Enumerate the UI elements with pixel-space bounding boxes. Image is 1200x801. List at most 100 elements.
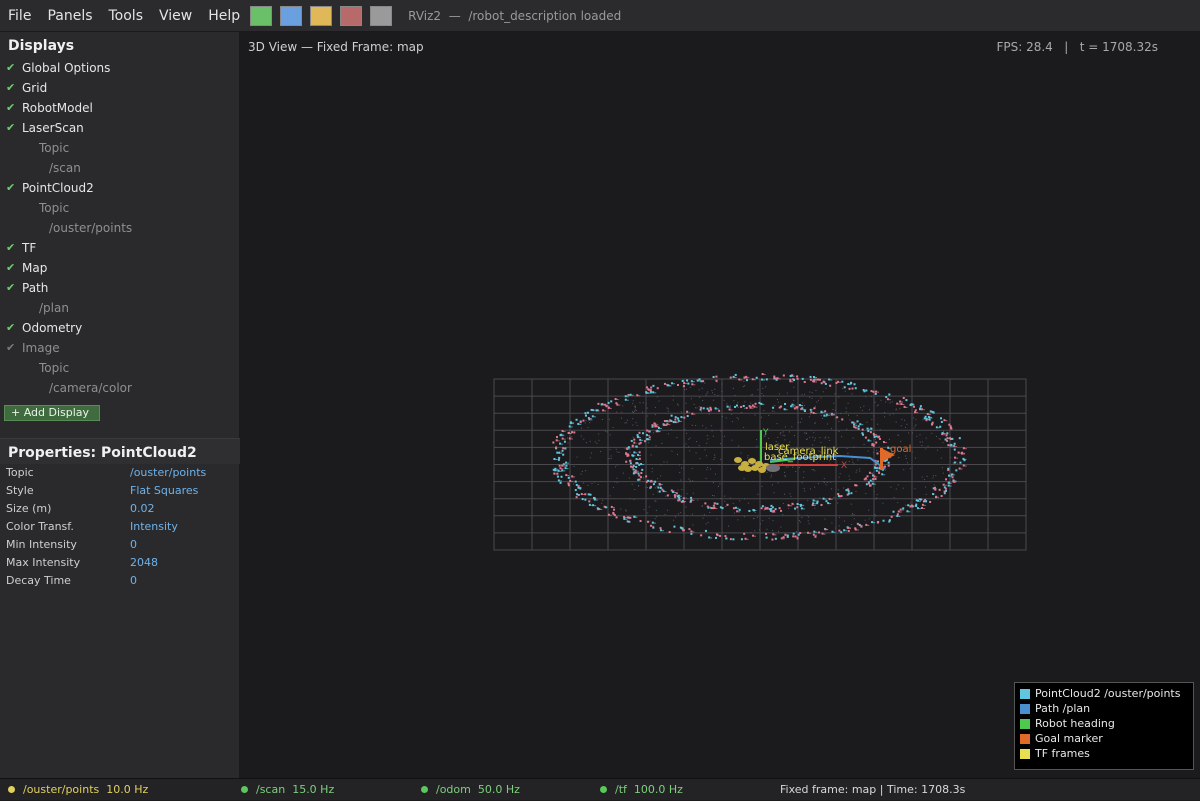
point xyxy=(870,427,873,430)
point xyxy=(802,508,805,510)
point xyxy=(848,460,850,462)
property-value[interactable]: Intensity xyxy=(130,518,178,536)
checkbox-icon[interactable]: ✔ xyxy=(6,238,15,258)
property-value[interactable]: 0.02 xyxy=(130,500,155,518)
property-row[interactable]: Size (m) 0.02 xyxy=(0,500,240,518)
display-item[interactable]: Topic xyxy=(0,358,239,378)
checkbox-icon[interactable]: ✔ xyxy=(6,78,15,98)
point xyxy=(909,468,911,470)
display-item[interactable]: ✔ Grid xyxy=(0,78,239,98)
display-item[interactable]: Topic xyxy=(0,198,239,218)
legend-swatch xyxy=(1020,733,1030,744)
checkbox-icon[interactable]: ✔ xyxy=(6,178,15,198)
property-row[interactable]: Min Intensity 0 xyxy=(0,536,240,554)
properties-panel: Properties: PointCloud2 Topic/ouster/poi… xyxy=(0,438,240,590)
add-display-button[interactable]: + Add Display xyxy=(4,405,100,421)
property-row[interactable]: Decay Time 0 xyxy=(0,572,240,590)
point xyxy=(649,389,652,392)
display-item[interactable]: /ouster/points xyxy=(0,218,239,238)
point xyxy=(657,486,660,489)
point xyxy=(671,450,673,452)
3d-view[interactable]: X Ylaser camera_link base_footprint goal 3D … xyxy=(240,32,1200,778)
point xyxy=(791,426,793,428)
property-value[interactable]: 2048 xyxy=(130,554,158,572)
point xyxy=(949,457,951,459)
point xyxy=(816,500,819,503)
point xyxy=(744,407,746,409)
properties-header: Properties: PointCloud2 xyxy=(0,438,240,464)
display-item[interactable]: ✔ TF xyxy=(0,238,239,258)
point xyxy=(589,457,591,459)
point xyxy=(865,479,868,481)
point xyxy=(873,475,876,478)
point xyxy=(784,426,786,428)
point xyxy=(812,409,814,411)
tool-button-green[interactable] xyxy=(250,5,273,26)
display-tree: ✔ Global Options ✔ Grid ✔ RobotModel ✔ LaserSca… xyxy=(0,58,239,398)
point xyxy=(852,461,854,463)
point xyxy=(770,504,773,507)
point xyxy=(556,436,559,439)
checkbox-icon[interactable]: ✔ xyxy=(6,98,15,118)
menu-view[interactable]: View xyxy=(151,0,200,32)
checkbox-icon[interactable]: ✔ xyxy=(6,118,15,138)
display-item[interactable]: ✔ Path xyxy=(0,278,239,298)
property-value[interactable]: 0 xyxy=(130,536,137,554)
tool-button-blue[interactable] xyxy=(280,5,303,26)
tool-button-yellow[interactable] xyxy=(310,5,333,26)
point xyxy=(882,519,885,522)
display-item[interactable]: ✔ PointCloud2 xyxy=(0,178,239,198)
point xyxy=(853,425,856,428)
display-item[interactable]: ✔ RobotModel xyxy=(0,98,239,118)
point xyxy=(553,458,556,461)
checkbox-icon[interactable]: ✔ xyxy=(6,318,15,338)
point xyxy=(848,387,851,390)
tool-button-gray[interactable] xyxy=(370,5,393,26)
display-item[interactable]: ✔ LaserScan xyxy=(0,118,239,138)
fps-readout: FPS: 28.4 | t = 1708.32s xyxy=(996,40,1158,54)
display-item[interactable]: ✔ Global Options xyxy=(0,58,239,78)
point xyxy=(935,495,938,498)
menu-panels[interactable]: Panels xyxy=(39,0,100,32)
robot-model-part xyxy=(758,467,766,473)
property-row[interactable]: Topic/ouster/points xyxy=(0,464,240,482)
point xyxy=(649,391,652,394)
menu-tools[interactable]: Tools xyxy=(101,0,152,32)
property-value[interactable]: Flat Squares xyxy=(130,482,198,500)
point xyxy=(822,497,825,500)
3d-scene[interactable]: XYlasercamera_linkbase_footprintgoal xyxy=(240,32,1200,778)
checkbox-icon[interactable]: ✔ xyxy=(6,58,15,78)
tool-button-red[interactable] xyxy=(340,5,363,26)
point xyxy=(652,480,655,482)
display-item[interactable]: ✔ Map xyxy=(0,258,239,278)
point xyxy=(724,500,726,502)
checkbox-icon[interactable]: ✔ xyxy=(6,338,15,358)
checkbox-icon[interactable]: ✔ xyxy=(6,278,15,298)
property-row[interactable]: Max Intensity 2048 xyxy=(0,554,240,572)
display-item[interactable]: /camera/color xyxy=(0,378,239,398)
menu-help[interactable]: Help xyxy=(200,0,248,32)
point xyxy=(647,442,649,444)
point xyxy=(875,515,877,517)
point xyxy=(916,499,919,502)
display-item[interactable]: /scan xyxy=(0,158,239,178)
property-row[interactable]: Color Transf. Intensity xyxy=(0,518,240,536)
point xyxy=(950,473,953,476)
display-item[interactable]: /plan xyxy=(0,298,239,318)
point xyxy=(760,416,762,418)
checkbox-icon[interactable]: ✔ xyxy=(6,258,15,278)
property-value[interactable]: /ouster/points xyxy=(130,464,206,482)
point xyxy=(754,511,756,513)
point xyxy=(723,399,725,401)
property-value[interactable]: 0 xyxy=(130,572,137,590)
point xyxy=(698,380,701,382)
point xyxy=(658,400,660,402)
menu-file[interactable]: File xyxy=(0,0,39,32)
display-item[interactable]: Topic xyxy=(0,138,239,158)
display-item[interactable]: ✔ Odometry xyxy=(0,318,239,338)
property-row[interactable]: Style Flat Squares xyxy=(0,482,240,500)
display-item[interactable]: ✔ Image xyxy=(0,338,239,358)
point xyxy=(944,487,947,490)
point xyxy=(946,432,949,435)
point xyxy=(925,417,928,420)
